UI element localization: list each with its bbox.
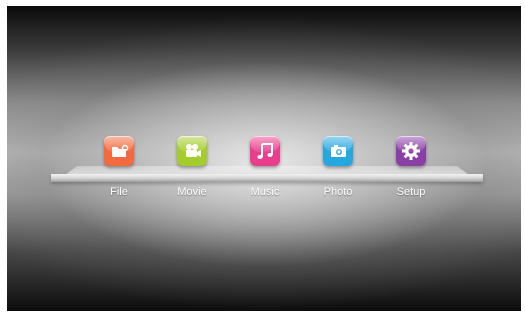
menu-item-label: Movie [177,186,207,198]
media-home-screen: File Movie Music Photo Setup [7,6,521,311]
folder-icon [104,136,134,166]
photo-camera-icon [323,136,353,166]
camera-icon [177,136,207,166]
menu-item-music[interactable]: Music [235,136,295,208]
menu-item-file[interactable]: File [89,136,149,208]
gear-icon [396,136,426,166]
menu-item-label: Photo [323,186,353,198]
menu-item-photo[interactable]: Photo [308,136,368,208]
menu-item-movie[interactable]: Movie [162,136,222,208]
menu-item-label: Music [250,186,280,198]
music-note-icon [250,136,280,166]
menu-item-label: Setup [396,186,426,198]
menu-item-setup[interactable]: Setup [381,136,441,208]
menu-item-label: File [110,186,128,198]
